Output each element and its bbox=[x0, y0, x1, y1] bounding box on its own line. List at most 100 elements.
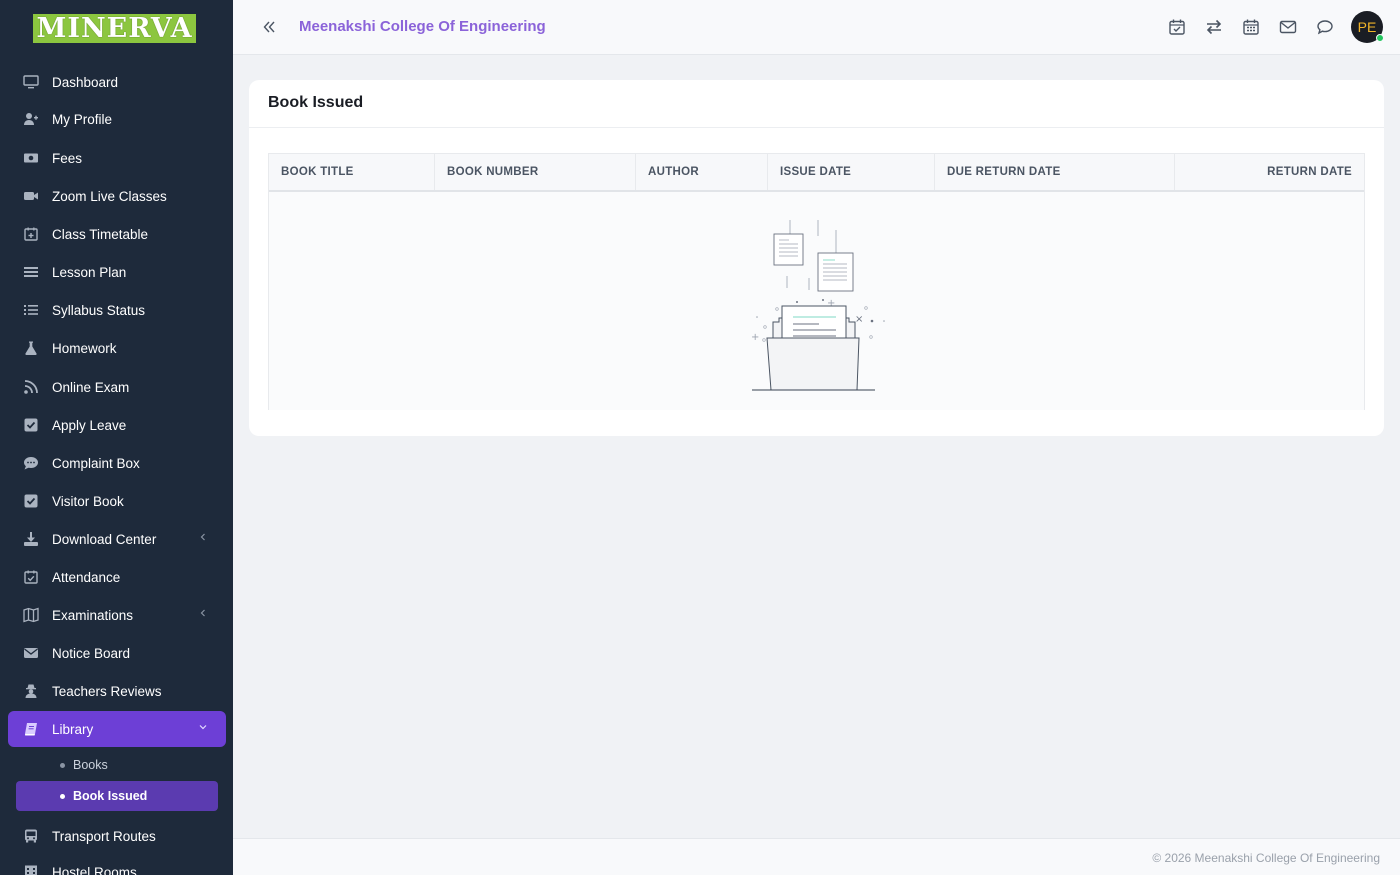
bus-icon bbox=[22, 827, 40, 845]
sidebar-item-label: Class Timetable bbox=[52, 226, 149, 242]
exchange-icon bbox=[1206, 19, 1222, 35]
monitor-icon bbox=[22, 73, 40, 91]
footer: © 2026 Meenakshi College Of Engineering bbox=[233, 838, 1400, 875]
double-chevron-left-icon bbox=[263, 21, 275, 33]
avatar[interactable]: PE bbox=[1351, 11, 1384, 43]
list-check-icon bbox=[22, 301, 40, 319]
sidebar-item-lesson-plan[interactable]: Lesson Plan bbox=[8, 254, 226, 290]
sidebar-item-label: Examinations bbox=[52, 607, 134, 623]
chat-button[interactable] bbox=[1316, 18, 1336, 38]
collapse-sidebar-button[interactable] bbox=[259, 17, 279, 37]
sidebar-item-label: Lesson Plan bbox=[52, 264, 127, 280]
user-secret-icon bbox=[22, 682, 40, 700]
chevron-left-icon bbox=[200, 533, 205, 541]
user-plus-icon bbox=[22, 110, 40, 128]
online-status-indicator bbox=[1376, 34, 1384, 42]
book-issued-card: Book Issued BOOK TITLE BOOK NUMBER AUTHO… bbox=[249, 80, 1384, 436]
empty-folder-illustration: + + × bbox=[751, 220, 885, 391]
money-icon bbox=[22, 149, 40, 167]
chevron-down-icon bbox=[199, 725, 207, 730]
check-square-icon bbox=[22, 416, 40, 434]
bullet-icon bbox=[60, 794, 65, 799]
sidebar-subitem-label: Book Issued bbox=[73, 789, 148, 803]
sidebar-item-class-timetable[interactable]: Class Timetable bbox=[8, 216, 226, 252]
column-header-book-number[interactable]: BOOK NUMBER bbox=[435, 154, 636, 190]
sidebar-item-library[interactable]: Library bbox=[8, 711, 226, 747]
calendar-icon bbox=[1243, 19, 1259, 35]
sidebar-item-label: Transport Routes bbox=[52, 828, 156, 844]
sidebar-item-notice-board[interactable]: Notice Board bbox=[8, 635, 226, 671]
exchange-button[interactable] bbox=[1205, 18, 1225, 38]
sidebar-item-label: My Profile bbox=[52, 111, 113, 127]
sidebar-item-visitor-book[interactable]: Visitor Book bbox=[8, 483, 226, 519]
calendar-check-icon bbox=[22, 568, 40, 586]
sidebar-subitem-book-issued[interactable]: Book Issued bbox=[16, 781, 218, 811]
check-square-icon bbox=[22, 492, 40, 510]
sidebar-item-homework[interactable]: Homework bbox=[8, 330, 226, 366]
sidebar-item-complaint-box[interactable]: Complaint Box bbox=[8, 445, 226, 481]
sidebar: MINERVA Dashboard My Profile Fees Zoom L… bbox=[0, 0, 233, 875]
sidebar-item-my-profile[interactable]: My Profile bbox=[8, 101, 226, 137]
sidebar-item-label: Complaint Box bbox=[52, 455, 140, 471]
topbar: Meenakshi College Of Engineering PE bbox=[233, 0, 1400, 55]
svg-text:+: + bbox=[751, 332, 759, 343]
svg-text:×: × bbox=[855, 314, 863, 325]
envelope-icon bbox=[1279, 20, 1297, 34]
sidebar-item-label: Library bbox=[52, 721, 94, 737]
sidebar-item-examinations[interactable]: Examinations bbox=[8, 597, 226, 633]
sidebar-item-zoom-live-classes[interactable]: Zoom Live Classes bbox=[8, 178, 226, 214]
chat-bubble-icon bbox=[1317, 20, 1333, 35]
sidebar-item-label: Syllabus Status bbox=[52, 302, 146, 318]
sidebar-subitem-books[interactable]: Books bbox=[16, 750, 218, 780]
download-icon bbox=[22, 530, 40, 548]
messages-button[interactable] bbox=[1279, 18, 1299, 38]
page-title: Book Issued bbox=[268, 94, 364, 111]
calendar-plus-icon bbox=[22, 225, 40, 243]
bullet-icon bbox=[60, 763, 65, 768]
flask-icon bbox=[22, 339, 40, 357]
sidebar-item-label: Fees bbox=[52, 150, 83, 166]
map-icon bbox=[22, 606, 40, 624]
calendar-check-button[interactable] bbox=[1168, 18, 1188, 38]
chat-icon bbox=[22, 454, 40, 472]
sidebar-item-dashboard[interactable]: Dashboard bbox=[8, 64, 226, 100]
card-header: Book Issued bbox=[249, 80, 1384, 128]
sidebar-item-label: Hostel Rooms bbox=[52, 864, 137, 875]
video-icon bbox=[22, 187, 40, 205]
logo-container: MINERVA bbox=[0, 0, 233, 56]
sidebar-item-transport-routes[interactable]: Transport Routes bbox=[8, 818, 226, 854]
sidebar-item-label: Dashboard bbox=[52, 74, 119, 90]
sidebar-item-online-exam[interactable]: Online Exam bbox=[8, 369, 226, 405]
sidebar-item-label: Online Exam bbox=[52, 379, 130, 395]
logo[interactable]: MINERVA bbox=[33, 13, 196, 43]
sidebar-item-teachers-reviews[interactable]: Teachers Reviews bbox=[8, 673, 226, 709]
calendar-check-icon bbox=[1169, 19, 1185, 35]
table-body: + + × bbox=[269, 192, 1364, 410]
column-header-book-title[interactable]: BOOK TITLE bbox=[269, 154, 435, 190]
sidebar-item-label: Visitor Book bbox=[52, 493, 124, 509]
column-header-author[interactable]: AUTHOR bbox=[636, 154, 768, 190]
column-header-issue-date[interactable]: ISSUE DATE bbox=[768, 154, 935, 190]
sidebar-item-apply-leave[interactable]: Apply Leave bbox=[8, 407, 226, 443]
column-header-due-return-date[interactable]: DUE RETURN DATE bbox=[935, 154, 1175, 190]
table-header: BOOK TITLE BOOK NUMBER AUTHOR ISSUE DATE… bbox=[269, 154, 1364, 192]
sidebar-item-label: Homework bbox=[52, 340, 117, 356]
sidebar-item-label: Apply Leave bbox=[52, 417, 127, 433]
list-icon bbox=[22, 263, 40, 281]
calendar-button[interactable] bbox=[1242, 18, 1262, 38]
sidebar-item-fees[interactable]: Fees bbox=[8, 140, 226, 176]
sidebar-item-attendance[interactable]: Attendance bbox=[8, 559, 226, 595]
copyright-text: © 2026 Meenakshi College Of Engineering bbox=[1152, 851, 1380, 865]
sidebar-subitem-label: Books bbox=[73, 758, 108, 772]
column-header-return-date[interactable]: RETURN DATE bbox=[1175, 154, 1364, 190]
college-name: Meenakshi College Of Engineering bbox=[299, 18, 546, 35]
sidebar-item-label: Attendance bbox=[52, 569, 121, 585]
sidebar-item-label: Download Center bbox=[52, 531, 157, 547]
sidebar-item-download-center[interactable]: Download Center bbox=[8, 521, 226, 557]
sidebar-item-syllabus-status[interactable]: Syllabus Status bbox=[8, 292, 226, 328]
chevron-left-icon bbox=[200, 609, 205, 617]
sidebar-item-hostel-rooms[interactable]: Hostel Rooms bbox=[8, 854, 226, 875]
building-icon bbox=[22, 863, 40, 875]
sidebar-item-label: Zoom Live Classes bbox=[52, 188, 167, 204]
book-icon bbox=[22, 720, 40, 738]
